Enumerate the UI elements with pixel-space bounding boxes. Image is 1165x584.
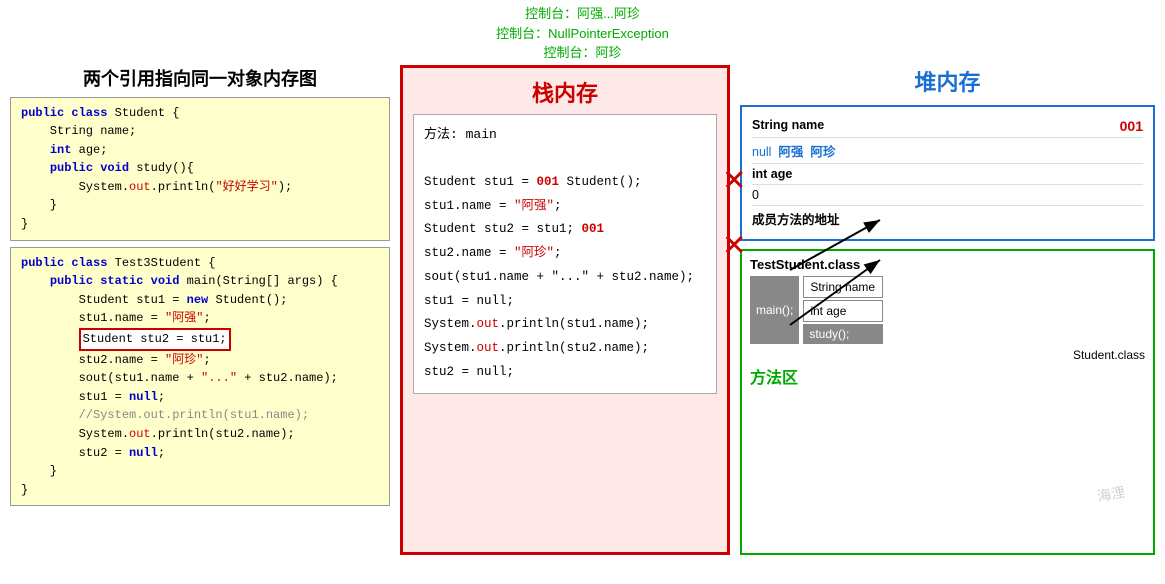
test3student-class-code: public class Test3Student { public stati… [10, 247, 390, 507]
method-area-label: 方法区 [750, 364, 1145, 388]
stack-line-6: stu1 = null; [424, 290, 706, 314]
stack-line-7: System.out.println(stu1.name); [424, 313, 706, 337]
stack-line-3: Student stu2 = stu1; 001 [424, 218, 706, 242]
class-methods-right: String name int age study(); [803, 276, 883, 344]
heap-row-age: int age [752, 164, 1143, 185]
heap-title: 堆内存 [740, 65, 1155, 97]
student-class-code: public class Student { String name; int … [10, 97, 390, 241]
heap-row-name: String name 001 [752, 115, 1143, 138]
stack-inner: 方法: main Student stu1 = 001 Student(); s… [413, 114, 717, 394]
stack-line-4: stu2.name = "阿珍"; [424, 242, 706, 266]
main-method-cell: main(); [750, 276, 799, 344]
stack-line-2: stu1.name = "阿强"; [424, 195, 706, 219]
main-area: 两个引用指向同一对象内存图 public class Student { Str… [0, 65, 1165, 555]
heap-row-method-addr: 成员方法的地址 [752, 206, 1143, 231]
x-mark-2: ✕ [723, 223, 745, 266]
x-mark-1: ✕ [723, 158, 745, 201]
string-name-cell: String name [803, 276, 883, 298]
stack-method-label: 方法: main [424, 123, 706, 148]
int-age-cell: int age [803, 300, 883, 322]
left-title: 两个引用指向同一对象内存图 [10, 65, 390, 91]
stack-panel: 栈内存 方法: main Student stu1 = 001 Student(… [400, 65, 730, 555]
class-box: main(); String name int age study(); [750, 276, 1145, 344]
student-class-label: Student.class [750, 348, 1145, 362]
stack-line-8: System.out.println(stu2.name); [424, 337, 706, 361]
stack-title: 栈内存 [413, 76, 717, 108]
test-student-class-label: TestStudent.class [750, 257, 1145, 272]
console-line-3: 控制台：阿珍 [0, 43, 1165, 63]
left-panel: 两个引用指向同一对象内存图 public class Student { Str… [10, 65, 390, 555]
method-area-box: TestStudent.class main(); String name in… [740, 249, 1155, 555]
heap-row-age-val: 0 [752, 185, 1143, 206]
heap-row-name-vals: null 阿强 阿珍 [752, 138, 1143, 164]
right-panel: 堆内存 String name 001 null 阿强 阿珍 int age 0 [740, 65, 1155, 555]
console-line-1: 控制台：阿强...阿珍 [0, 4, 1165, 24]
study-method-cell: study(); [803, 324, 883, 344]
console-output: 控制台：阿强...阿珍 控制台：NullPointerException 控制台… [0, 0, 1165, 65]
stack-line-5: sout(stu1.name + "..." + stu2.name); [424, 266, 706, 290]
stack-line-1: Student stu1 = 001 Student(); [424, 171, 706, 195]
stack-line-9: stu2 = null; [424, 361, 706, 385]
heap-box: String name 001 null 阿强 阿珍 int age 0 成员方… [740, 105, 1155, 241]
console-line-2: 控制台：NullPointerException [0, 24, 1165, 44]
